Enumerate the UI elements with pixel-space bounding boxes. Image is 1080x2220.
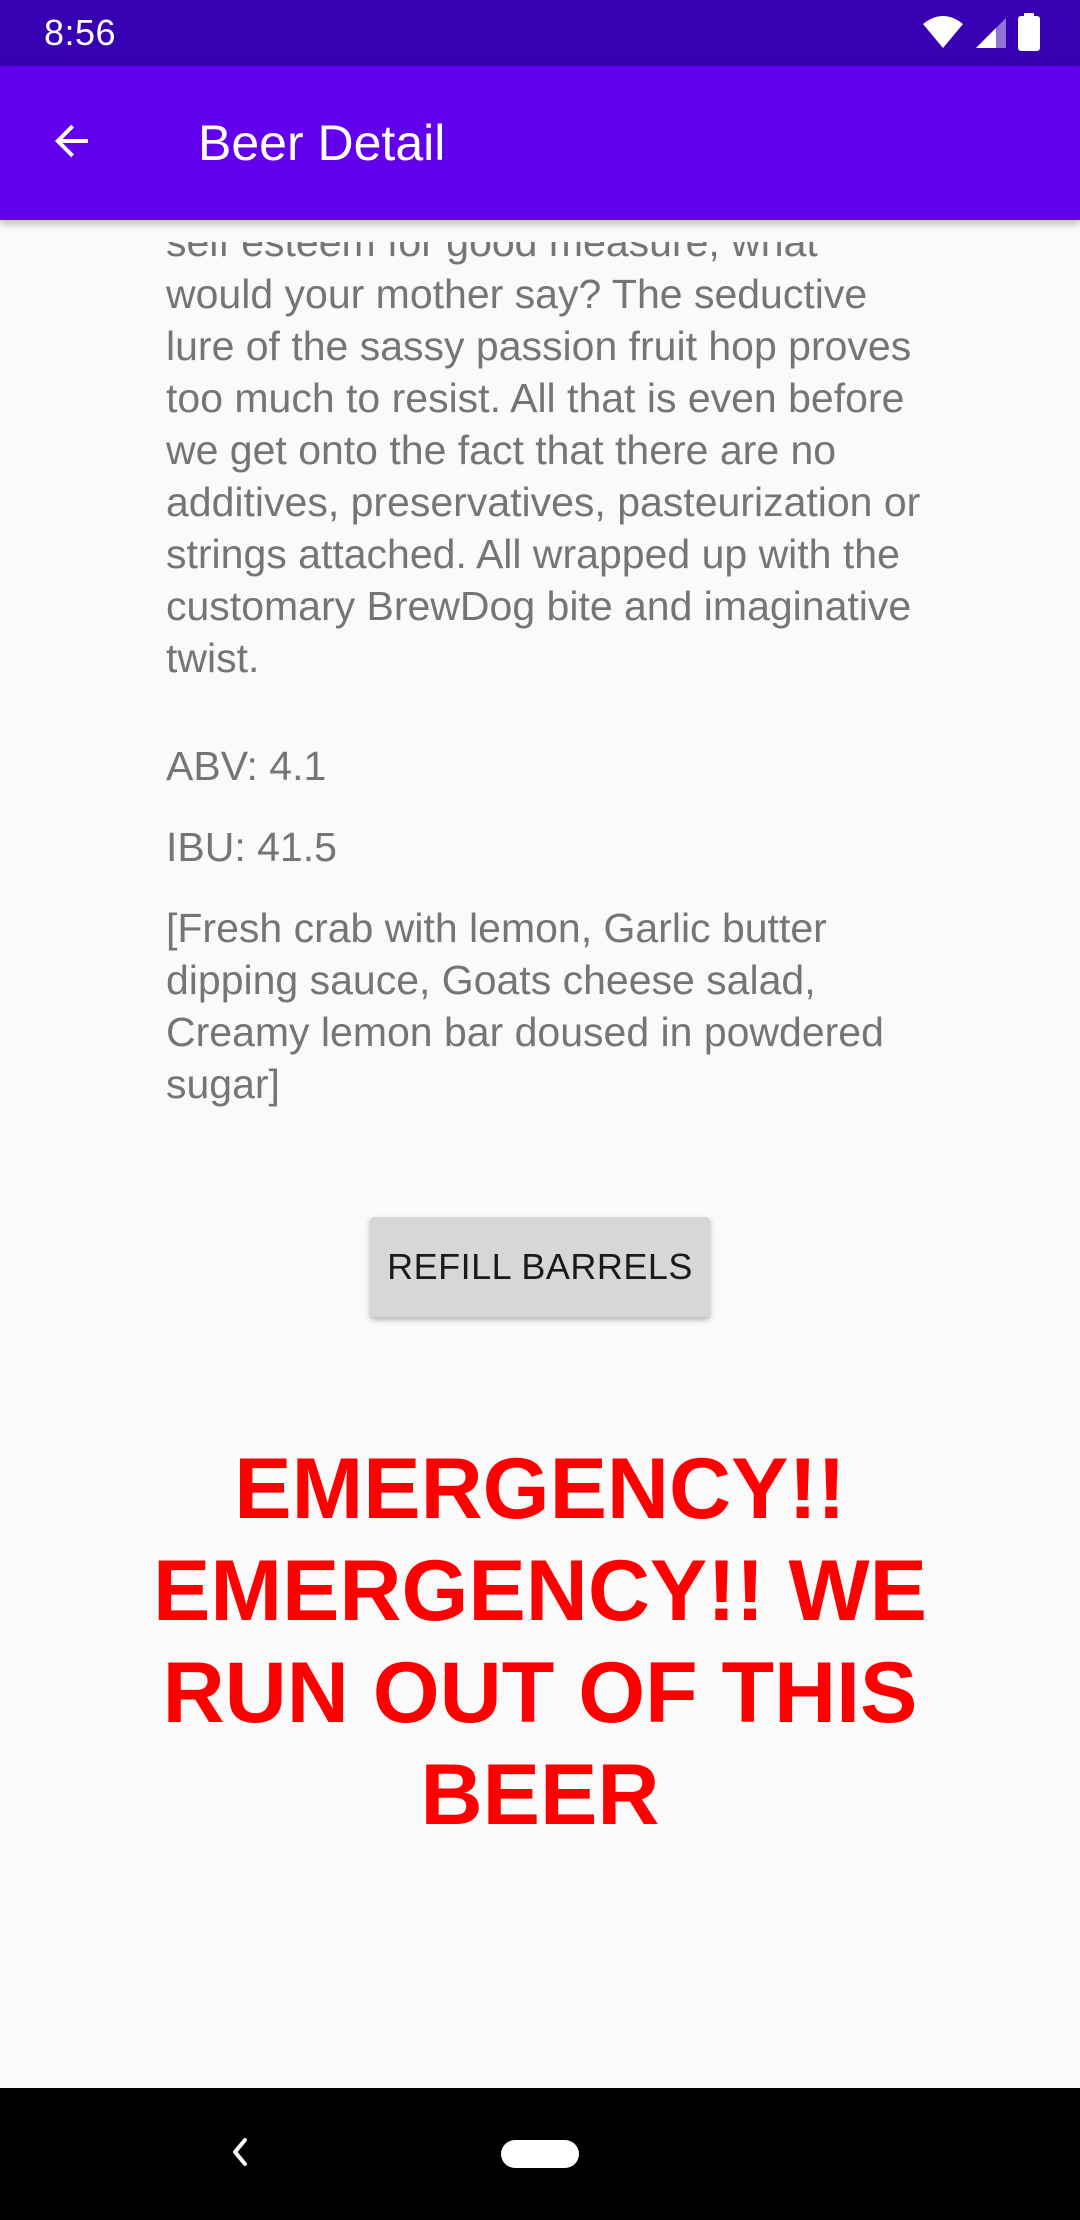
home-pill-icon[interactable]	[501, 2140, 579, 2168]
beer-description: self esteem for good measure; what would…	[166, 242, 926, 736]
out-of-stock-alert: EMERGENCY!! EMERGENCY!! WE RUN OUT OF TH…	[153, 1441, 927, 1843]
status-icons	[922, 12, 1040, 56]
beer-detail-content[interactable]: self esteem for good measure; what would…	[0, 220, 1080, 2088]
status-bar: 8:56	[0, 0, 1080, 66]
status-time: 8:56	[44, 12, 117, 53]
refill-barrels-button[interactable]: REFILL BARRELS	[370, 1217, 710, 1317]
back-button[interactable]	[36, 107, 108, 179]
battery-icon	[1018, 12, 1040, 56]
beer-ibu: IBU: 41.5	[166, 824, 337, 870]
arrow-back-icon	[48, 117, 96, 170]
wifi-icon	[922, 15, 964, 54]
nav-back-icon	[225, 2134, 255, 2175]
app-bar: Beer Detail	[0, 66, 1080, 220]
nav-back-button[interactable]	[210, 2124, 270, 2184]
food-pairing: [Fresh crab with lemon, Garlic butter di…	[166, 905, 884, 1107]
beer-description-text: self esteem for good measure; what would…	[166, 242, 921, 681]
cell-signal-icon	[974, 15, 1008, 54]
beer-abv: ABV: 4.1	[166, 743, 327, 789]
system-nav-bar	[0, 2088, 1080, 2220]
page-title: Beer Detail	[198, 115, 446, 171]
